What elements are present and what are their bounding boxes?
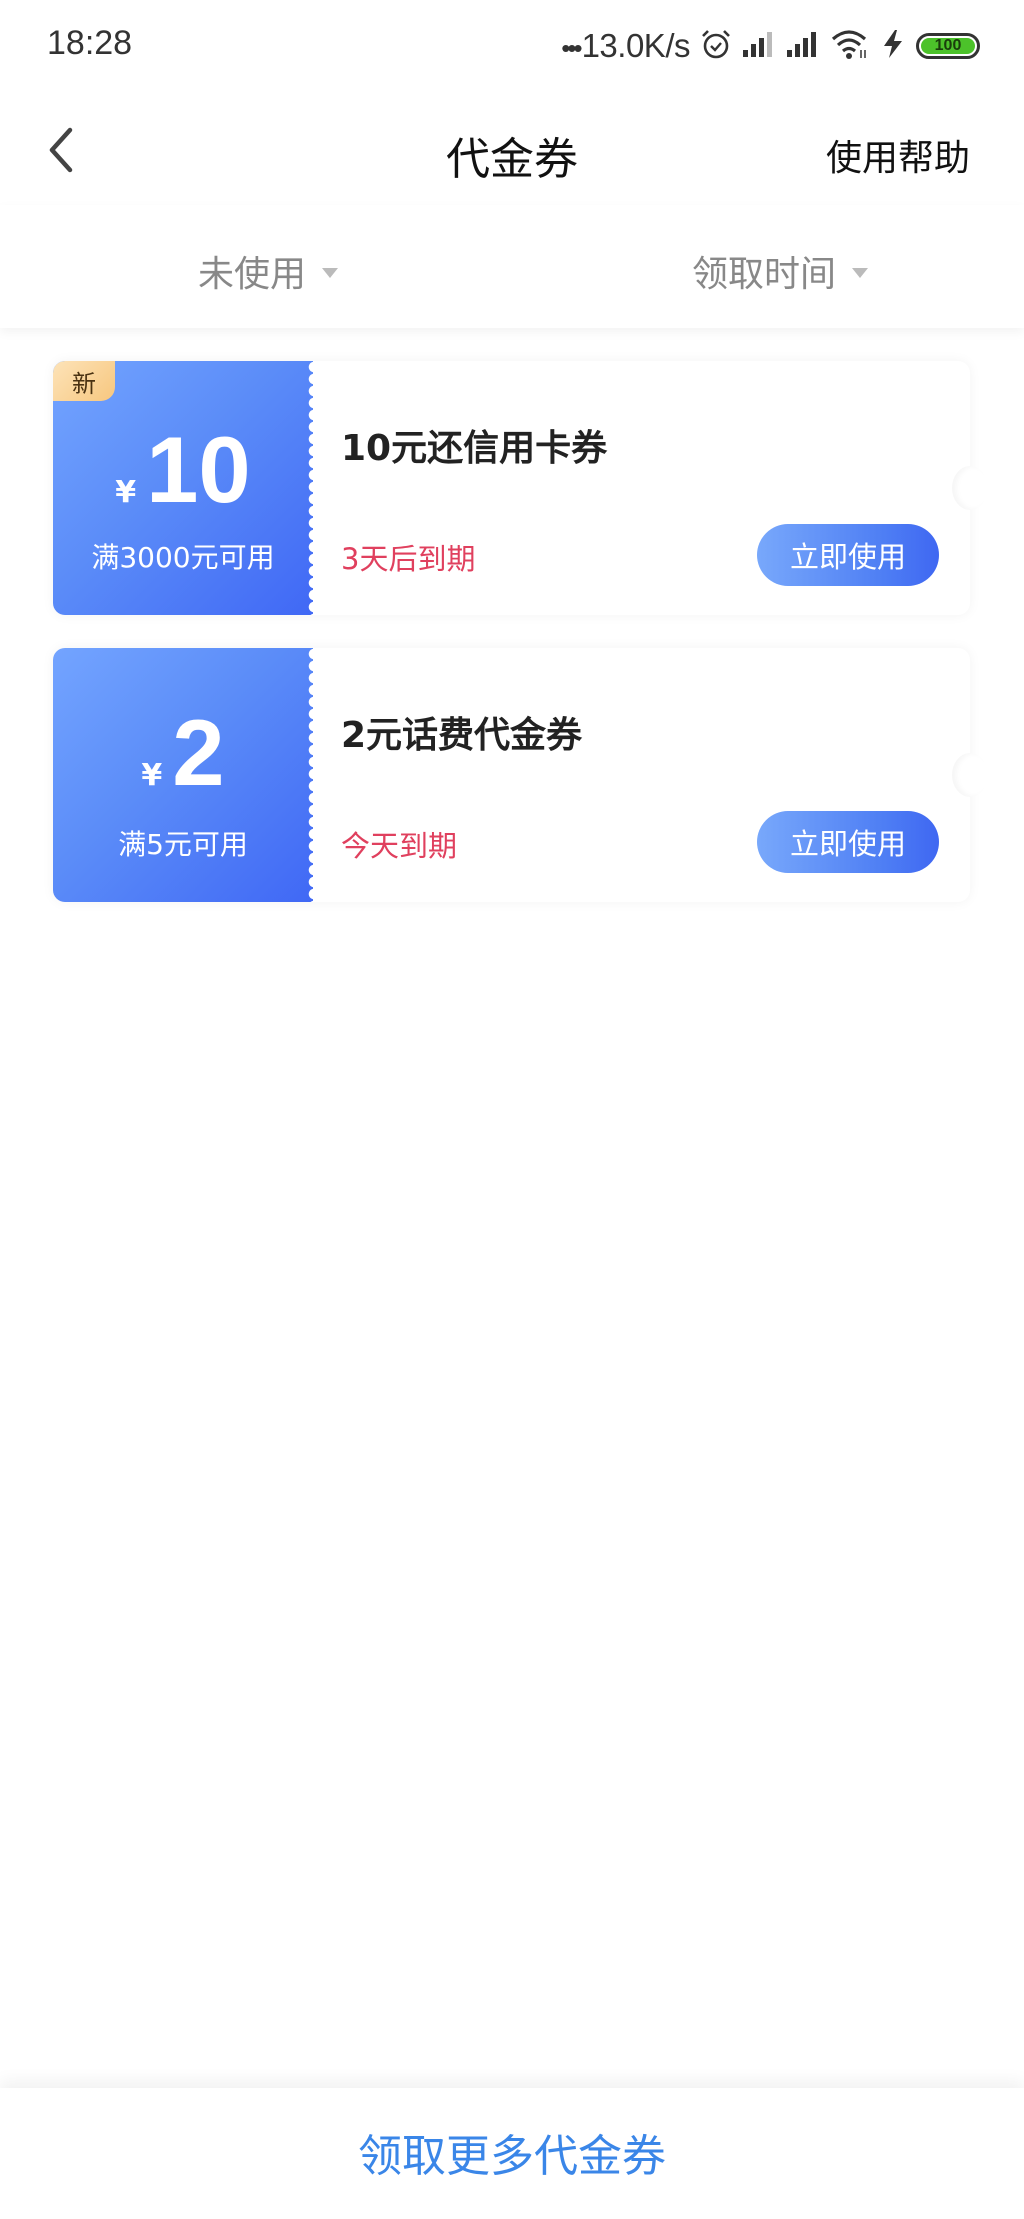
scalloped-divider [306, 648, 313, 902]
card-notch [952, 466, 988, 510]
new-badge: 新 [53, 361, 115, 401]
coupon-list: 新 ¥ 10 满3000元可用 10元还信用卡券 3天后到期 立即使用 ¥ 2 … [0, 328, 1024, 2088]
coupon-amount: ¥ 2 [53, 706, 313, 800]
coupon-expiry: 3天后到期 [341, 542, 476, 576]
use-now-button[interactable]: 立即使用 [757, 811, 939, 873]
alarm-icon [700, 28, 732, 64]
more-notifications-icon: ••• [561, 33, 582, 63]
charging-icon [880, 29, 906, 63]
coupon-amount-value: 10 [146, 417, 251, 522]
currency-symbol: ¥ [141, 758, 163, 793]
coupon-amount: ¥ 10 [53, 423, 313, 517]
coupon-title: 2元话费代金券 [341, 715, 583, 756]
status-filter-label: 未使用 [198, 254, 307, 295]
coupon-threshold: 满3000元可用 [91, 541, 275, 574]
scalloped-divider [306, 361, 313, 615]
signal-icon [742, 30, 776, 62]
status-filter-dropdown[interactable]: 未使用 [198, 245, 339, 297]
get-more-coupons-link[interactable]: 领取更多代金券 [358, 2120, 666, 2184]
network-speed: •••13.0K/s [561, 27, 690, 65]
status-bar: 18:28 •••13.0K/s 100 [0, 0, 1024, 95]
battery-level: 100 [921, 37, 975, 54]
coupon-card[interactable]: ¥ 2 满5元可用 2元话费代金券 今天到期 立即使用 [53, 648, 988, 902]
coupon-amount-value: 2 [172, 700, 225, 805]
coupon-threshold: 满5元可用 [118, 828, 248, 861]
battery-icon: 100 [916, 33, 980, 59]
coupon-expiry: 今天到期 [341, 829, 458, 863]
footer-bar: 领取更多代金券 [0, 2088, 1024, 2219]
card-notch [952, 753, 988, 797]
signal-icon [786, 30, 820, 62]
filter-row: 未使用 领取时间 [0, 205, 1024, 328]
status-icons: •••13.0K/s 100 [561, 26, 980, 66]
sort-filter-label: 领取时间 [692, 254, 837, 295]
coupon-value-panel: ¥ 2 满5元可用 [53, 648, 313, 902]
triangle-down-icon [322, 268, 339, 278]
help-link[interactable]: 使用帮助 [826, 129, 970, 181]
nav-bar: 代金券 使用帮助 [0, 95, 1024, 205]
status-time: 18:28 [47, 24, 133, 62]
coupon-title: 10元还信用卡券 [341, 428, 608, 469]
currency-symbol: ¥ [115, 475, 137, 510]
use-now-button[interactable]: 立即使用 [757, 524, 939, 586]
sort-filter-dropdown[interactable]: 领取时间 [692, 245, 869, 297]
triangle-down-icon [852, 268, 869, 278]
coupon-value-panel: 新 ¥ 10 满3000元可用 [53, 361, 313, 615]
coupon-card[interactable]: 新 ¥ 10 满3000元可用 10元还信用卡券 3天后到期 立即使用 [53, 361, 988, 615]
wifi-icon [830, 28, 870, 64]
network-speed-value: 13.0K/s [581, 27, 691, 64]
